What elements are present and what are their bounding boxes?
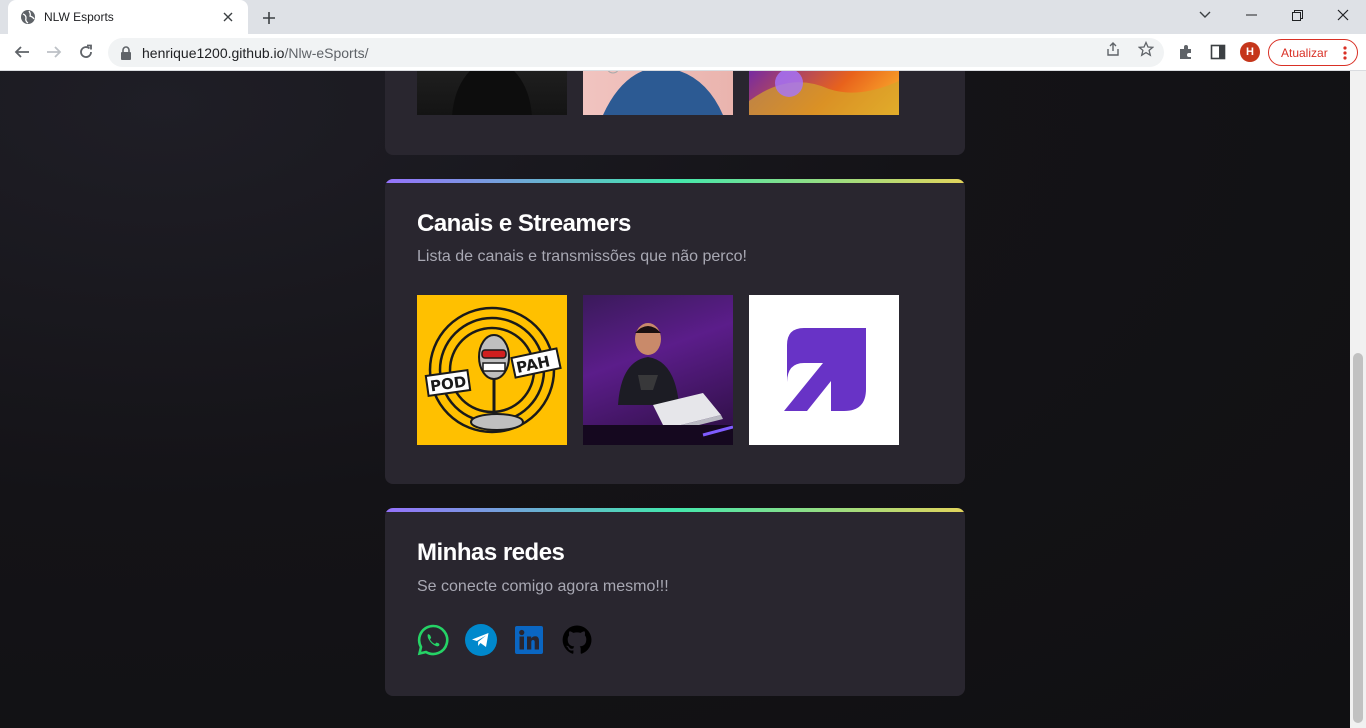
scrollbar-thumb[interactable]: [1353, 353, 1363, 723]
channels-title: Canais e Streamers: [417, 210, 631, 237]
back-arrow-icon[interactable]: [8, 38, 36, 66]
telegram-icon[interactable]: [465, 624, 497, 656]
new-tab-icon[interactable]: [258, 7, 280, 29]
whatsapp-icon[interactable]: [417, 624, 449, 656]
bookmark-star-icon[interactable]: [1137, 40, 1155, 58]
page-viewport: Canais e Streamers Lista de canais e tra…: [0, 71, 1350, 728]
rocketseat-channel-image[interactable]: [749, 295, 899, 445]
restore-icon[interactable]: [1274, 0, 1320, 30]
globe-icon: [20, 9, 36, 25]
minimize-icon[interactable]: [1228, 0, 1274, 30]
channels-card: Canais e Streamers Lista de canais e tra…: [385, 179, 965, 484]
browser-tab-strip: NLW Esports: [0, 0, 1366, 34]
games-card: [385, 71, 965, 155]
page-scrollbar[interactable]: [1350, 71, 1366, 728]
networks-card: Minhas redes Se conecte comigo agora mes…: [385, 508, 965, 696]
profile-avatar[interactable]: H: [1240, 42, 1260, 62]
reload-icon[interactable]: [72, 38, 100, 66]
tab-search-chevron-icon[interactable]: [1182, 0, 1228, 30]
lock-icon[interactable]: [120, 45, 134, 60]
channels-subtitle: Lista de canais e transmissões que não p…: [417, 248, 747, 265]
update-button[interactable]: Atualizar: [1268, 39, 1358, 66]
networks-subtitle: Se conecte comigo agora mesmo!!!: [417, 578, 669, 595]
game-thumbnail-3[interactable]: [749, 71, 899, 115]
side-panel-icon[interactable]: [1208, 42, 1228, 62]
browser-tab[interactable]: NLW Esports: [8, 0, 248, 34]
github-icon[interactable]: [561, 624, 593, 656]
close-window-icon[interactable]: [1320, 0, 1366, 30]
forward-arrow-icon[interactable]: [40, 38, 68, 66]
game-thumbnail-1[interactable]: [417, 71, 567, 115]
social-links: [417, 624, 593, 656]
streamer-channel-image[interactable]: [583, 295, 733, 445]
channels-thumbnails: POD PAH: [417, 295, 899, 445]
share-icon[interactable]: [1104, 40, 1122, 58]
url-path: /Nlw-eSports/: [284, 44, 369, 61]
tab-title: NLW Esports: [44, 10, 114, 24]
close-tab-icon[interactable]: [220, 9, 236, 25]
networks-title: Minhas redes: [417, 539, 565, 566]
game-thumbnail-2[interactable]: [583, 71, 733, 115]
url-host: henrique1200.github.io: [142, 44, 285, 61]
address-bar[interactable]: henrique1200.github.io/Nlw-eSports/: [108, 38, 1164, 67]
linkedin-icon[interactable]: [513, 624, 545, 656]
extensions-puzzle-icon[interactable]: [1176, 42, 1196, 62]
kebab-menu-icon[interactable]: [1343, 45, 1347, 64]
podpah-channel-image[interactable]: POD PAH: [417, 295, 567, 445]
url-text[interactable]: henrique1200.github.io/Nlw-eSports/: [142, 45, 369, 61]
card-accent-bar: [385, 179, 965, 183]
card-accent-bar: [385, 508, 965, 512]
browser-toolbar: henrique1200.github.io/Nlw-eSports/ H At…: [0, 34, 1366, 71]
update-label: Atualizar: [1281, 45, 1328, 60]
games-thumbnails: [417, 71, 899, 115]
